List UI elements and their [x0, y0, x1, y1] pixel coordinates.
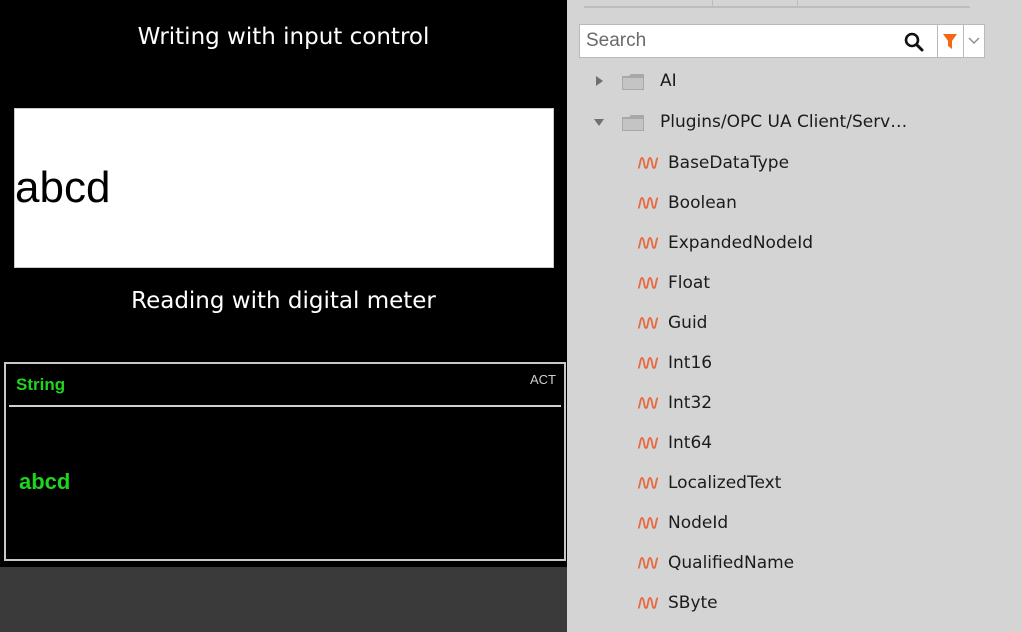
filter-dropdown-button[interactable]	[963, 24, 985, 58]
tree-tag-label: BaseDataType	[668, 153, 790, 173]
tree-tag-row[interactable]: Boolean	[567, 184, 1022, 224]
dashboard-area: Writing with input control Reading with …	[0, 0, 567, 632]
tree-folder-row[interactable]: Plugins/OPC UA Client/Serv…	[567, 103, 1022, 143]
tree-tag-row[interactable]: NodeId	[567, 504, 1022, 544]
meter-label: String	[16, 375, 66, 394]
tree-folder-label: Plugins/OPC UA Client/Serv…	[660, 112, 908, 132]
tree-tag-label: Float	[668, 273, 710, 293]
signal-wave-icon	[637, 237, 659, 249]
tree-tag-row[interactable]: Int64	[567, 424, 1022, 464]
signal-wave-icon	[637, 517, 659, 529]
tree-tag-row[interactable]: Int16	[567, 344, 1022, 384]
signal-wave-icon	[637, 557, 659, 569]
signal-wave-icon	[637, 357, 659, 369]
tree-tag-label: Boolean	[668, 193, 737, 213]
tree-tag-row[interactable]: QualifiedName	[567, 544, 1022, 584]
tree-tag-row[interactable]: Float	[567, 264, 1022, 304]
filter-button[interactable]	[938, 24, 963, 58]
tree-tag-label: Int16	[668, 353, 713, 373]
chevron-down-icon	[968, 37, 980, 44]
tree-tag-row[interactable]: BaseDataType	[567, 144, 1022, 184]
write-caption: Writing with input control	[137, 24, 430, 50]
folder-icon	[622, 74, 644, 90]
tree-tag-row[interactable]: LocalizedText	[567, 464, 1022, 504]
signal-wave-icon	[637, 477, 659, 489]
signal-wave-icon	[637, 597, 659, 609]
search-icon[interactable]	[903, 31, 925, 53]
tree-folder-label: AI	[660, 71, 677, 91]
tree-tag-label: Guid	[668, 313, 708, 333]
tree-tag-row[interactable]: Guid	[567, 304, 1022, 344]
tree-folder-row[interactable]: AI	[567, 62, 1022, 102]
tree-tag-row[interactable]: ExpandedNodeId	[567, 224, 1022, 264]
digital-meter[interactable]: String ACT abcd	[4, 362, 566, 561]
tab-underline	[798, 6, 970, 8]
folder-icon	[622, 115, 644, 131]
panel-tab-strip	[584, 0, 1004, 8]
signal-wave-icon	[637, 437, 659, 449]
signal-wave-icon	[637, 277, 659, 289]
tab-underline	[584, 6, 712, 8]
tree-tag-label: NodeId	[668, 513, 729, 533]
meter-value: abcd	[19, 469, 71, 494]
read-caption: Reading with digital meter	[131, 288, 436, 314]
tree-tag-row[interactable]: SByte	[567, 584, 1022, 624]
filter-icon	[943, 34, 957, 49]
tree-tag-label: Int64	[668, 433, 713, 453]
text-input-control[interactable]	[14, 108, 554, 268]
tree-tag-label: SByte	[668, 593, 718, 613]
search-input[interactable]	[580, 25, 890, 57]
dashboard-canvas: Writing with input control Reading with …	[0, 0, 567, 567]
meter-divider	[9, 405, 561, 407]
signal-wave-icon	[637, 157, 659, 169]
expand-arrow-icon[interactable]	[594, 76, 604, 86]
signal-wave-icon	[637, 197, 659, 209]
meter-status: ACT	[530, 372, 556, 387]
signal-wave-icon	[637, 317, 659, 329]
tag-browser-panel: AI Plugins/OPC UA Client/Serv… BaseDataT…	[567, 0, 1022, 632]
collapse-arrow-icon[interactable]	[594, 117, 604, 127]
tree-tag-label: LocalizedText	[668, 473, 782, 493]
search-box[interactable]	[579, 24, 938, 58]
tree-tag-label: Int32	[668, 393, 713, 413]
tree-tag-label: QualifiedName	[668, 553, 795, 573]
text-input-field[interactable]	[15, 109, 553, 267]
signal-wave-icon	[637, 397, 659, 409]
tab-underline	[713, 6, 797, 8]
tree-tag-label: ExpandedNodeId	[668, 233, 813, 253]
tree-tag-row[interactable]: Int32	[567, 384, 1022, 424]
